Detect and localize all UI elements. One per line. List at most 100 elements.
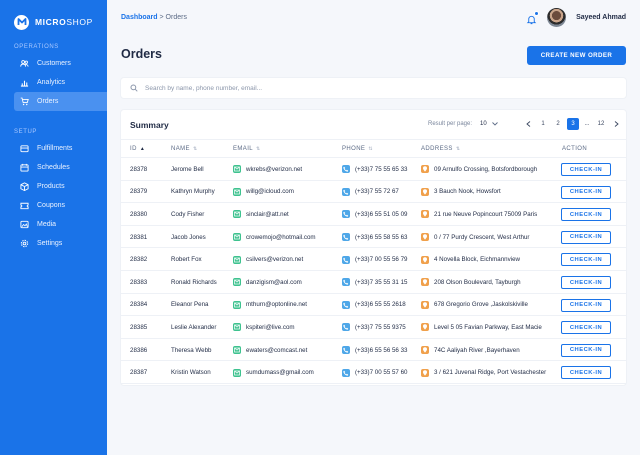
cell-id: 28386 xyxy=(130,346,148,354)
check-in-button[interactable]: CHECK-IN xyxy=(561,185,611,199)
sidebar-item-products[interactable]: Products xyxy=(14,177,107,196)
location-pin-icon xyxy=(421,255,429,264)
cell-address: 4 Novella Block, Eichmannview xyxy=(421,248,520,271)
phone-icon xyxy=(342,187,350,196)
cell-name: Ronald Richards xyxy=(171,278,217,286)
cell-phone: (+33)7 35 55 31 15 xyxy=(342,271,407,294)
summary-title: Summary xyxy=(130,120,169,130)
sidebar-item-label: Analytics xyxy=(37,79,66,86)
cell-address: 74C Aaliyah River ,Bayerhaven xyxy=(421,339,520,362)
phone-icon xyxy=(342,210,350,219)
page-button[interactable]: 1 xyxy=(537,118,549,130)
page-title: Orders xyxy=(121,47,162,61)
check-in-button[interactable]: CHECK-IN xyxy=(561,321,611,335)
create-new-order-button[interactable]: CREATE NEW ORDER xyxy=(527,46,626,65)
email-icon xyxy=(233,278,241,287)
search-bar[interactable] xyxy=(121,78,626,98)
analytics-icon xyxy=(20,78,29,87)
header-id[interactable]: ID ▲ xyxy=(130,146,145,152)
customers-icon xyxy=(20,59,29,68)
header-phone[interactable]: PHONE ⇅ xyxy=(342,146,373,152)
sidebar-item-schedules[interactable]: Schedules xyxy=(14,158,107,177)
sidebar: MICROSHOP OPERATIONS Customers Analytics… xyxy=(0,0,107,455)
cell-id: 28381 xyxy=(130,233,148,241)
location-pin-icon xyxy=(421,300,429,309)
header-address[interactable]: ADDRESS ⇅ xyxy=(421,146,460,152)
check-in-button[interactable]: CHECK-IN xyxy=(561,230,611,244)
brand[interactable]: MICROSHOP xyxy=(0,0,107,34)
address-value: 09 Arnulfo Crossing, Botsfordborough xyxy=(434,165,538,173)
page-button[interactable]: 2 xyxy=(552,118,564,130)
sidebar-item-settings[interactable]: Settings xyxy=(14,234,107,253)
breadcrumb-dashboard-link[interactable]: Dashboard xyxy=(121,14,158,21)
user-area: Sayeed Ahmad xyxy=(526,7,626,27)
email-value: wkrebs@verizon.net xyxy=(246,165,303,173)
phone-value: (+33)7 00 55 56 79 xyxy=(355,256,408,264)
address-value: 74C Aaliyah River ,Bayerhaven xyxy=(434,346,520,354)
table-row: 28382 Robert Fox csilvers@verizon.net (+33)… xyxy=(121,248,626,271)
check-in-button[interactable]: CHECK-IN xyxy=(561,163,611,176)
chevron-right-icon[interactable] xyxy=(610,118,622,130)
email-value: sinclair@att.net xyxy=(246,210,289,218)
breadcrumb: Dashboard > Orders xyxy=(121,14,187,21)
phone-icon xyxy=(342,323,350,332)
email-value: sumdumass@gmail.com xyxy=(246,369,314,377)
cell-id: 28384 xyxy=(130,301,148,309)
sidebar-item-coupons[interactable]: Coupons xyxy=(14,196,107,215)
cell-email: crowemojo@hotmail.com xyxy=(233,226,316,249)
sidebar-item-label: Settings xyxy=(37,240,63,247)
avatar[interactable] xyxy=(547,7,567,27)
email-icon xyxy=(233,300,241,309)
chevron-left-icon[interactable] xyxy=(522,118,534,130)
user-name[interactable]: Sayeed Ahmad xyxy=(576,14,626,21)
cell-name: Robert Fox xyxy=(171,256,202,264)
address-value: 208 Olson Boulevard, Tayburgh xyxy=(434,278,521,286)
cell-name: Kristin Watson xyxy=(171,369,211,377)
location-pin-icon xyxy=(421,165,429,174)
sidebar-item-media[interactable]: Media xyxy=(14,215,107,234)
check-in-button[interactable]: CHECK-IN xyxy=(561,366,611,380)
header-email[interactable]: EMAIL ⇅ xyxy=(233,146,261,152)
sidebar-item-analytics[interactable]: Analytics xyxy=(14,73,107,92)
email-value: ewaters@comcast.net xyxy=(246,346,308,354)
sort-icon: ⇅ xyxy=(192,146,198,152)
phone-value: (+33)6 55 51 05 09 xyxy=(355,210,408,218)
sidebar-item-customers[interactable]: Customers xyxy=(14,54,107,73)
phone-icon xyxy=(342,233,350,242)
cell-name: Leslie Alexander xyxy=(171,323,217,331)
cell-phone: (+33)7 75 55 65 33 xyxy=(342,158,407,181)
phone-icon xyxy=(342,368,350,377)
cell-address: 3 Bauch Nook, Howsfort xyxy=(421,181,501,204)
results-per-page: Result per page: 10 xyxy=(428,121,498,127)
page-button-active[interactable]: 3 xyxy=(567,118,579,130)
page-button[interactable]: 12 xyxy=(595,118,607,130)
search-input[interactable] xyxy=(145,84,626,92)
phone-value: (+33)7 35 55 31 15 xyxy=(355,278,408,286)
table-row: 28380 Cody Fisher sinclair@att.net (+33)6 5… xyxy=(121,203,626,226)
cell-email: sinclair@att.net xyxy=(233,203,289,226)
location-pin-icon xyxy=(421,278,429,287)
sidebar-item-fulfillments[interactable]: Fulfillments xyxy=(14,139,107,158)
cell-email: ewaters@comcast.net xyxy=(233,339,307,362)
check-in-button[interactable]: CHECK-IN xyxy=(561,276,611,289)
email-icon xyxy=(233,210,241,219)
summary-card: Summary Result per page: 10 1 2 3 ... 12… xyxy=(121,110,626,385)
check-in-button[interactable]: CHECK-IN xyxy=(561,208,611,222)
check-in-button[interactable]: CHECK-IN xyxy=(561,253,611,267)
cell-phone: (+33)7 75 55 9375 xyxy=(342,316,406,339)
fulfillments-icon xyxy=(20,144,29,153)
notification-bell-icon[interactable] xyxy=(526,10,540,24)
check-in-button[interactable]: CHECK-IN xyxy=(561,298,611,312)
table-row: 28378 Jerome Bell wkrebs@verizon.net (+33)7… xyxy=(121,158,626,181)
cell-address: 678 Gregorio Grove ,Jaskolskiville xyxy=(421,294,528,317)
sidebar-item-orders[interactable]: Orders xyxy=(14,92,107,111)
table-row: 28387 Kristin Watson sumdumass@gmail.com (+… xyxy=(121,361,626,384)
cell-email: mthurn@optonline.net xyxy=(233,294,307,317)
results-per-page-select[interactable]: 10 xyxy=(480,121,498,127)
check-in-button[interactable]: CHECK-IN xyxy=(561,343,611,357)
table-row: 28379 Kathryn Murphy willg@icloud.com (+33)… xyxy=(121,181,626,204)
phone-value: (+33)7 75 55 9375 xyxy=(355,323,406,331)
address-value: Level 5 05 Favian Parkway, East Macie xyxy=(434,323,542,331)
table-row: 28385 Leslie Alexander kspiteri@live.com (+… xyxy=(121,316,626,339)
header-name[interactable]: NAME ⇅ xyxy=(171,146,198,152)
